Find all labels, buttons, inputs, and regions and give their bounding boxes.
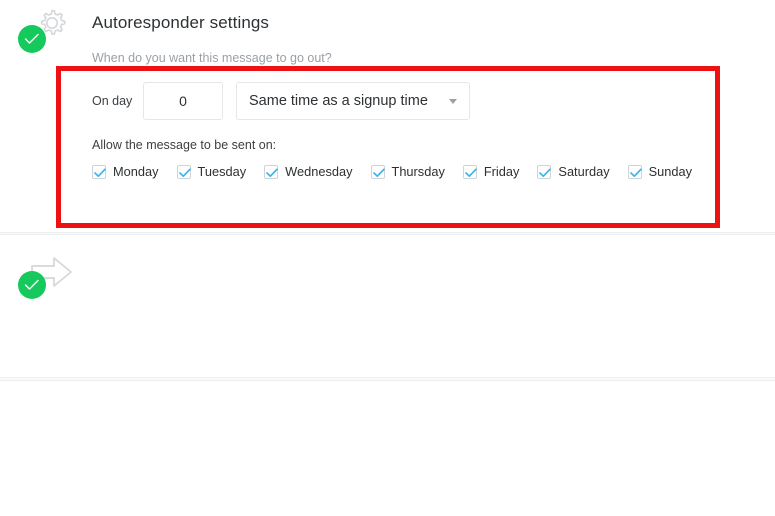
on-day-input[interactable]	[143, 82, 223, 120]
day-checkbox-thursday[interactable]: Thursday	[370, 164, 445, 179]
from-rail-icon	[18, 249, 74, 305]
weekday-checkbox-row: Monday Tuesday Wednesday Thursday Friday…	[92, 164, 710, 179]
page-title: Autoresponder settings	[92, 13, 270, 32]
checkbox-icon[interactable]	[627, 164, 642, 179]
checkbox-icon[interactable]	[264, 164, 279, 179]
day-label: Friday	[483, 164, 520, 179]
from-address-section: "From" email address Add another address…	[0, 234, 775, 516]
autoresponder-section: Autoresponder settings When do you want …	[0, 0, 775, 233]
checkbox-icon[interactable]	[537, 164, 552, 179]
checkbox-icon[interactable]	[370, 164, 385, 179]
day-label: Thursday	[391, 164, 445, 179]
check-badge-icon	[18, 25, 46, 53]
subject-line-section: Subject line 0/150 characters. For b	[0, 380, 775, 516]
day-checkbox-saturday[interactable]: Saturday	[537, 164, 610, 179]
autoresponder-rail-icon	[18, 3, 74, 59]
day-label: Saturday	[558, 164, 610, 179]
day-label: Monday	[113, 164, 159, 179]
day-checkbox-sunday[interactable]: Sunday	[627, 164, 693, 179]
on-day-label: On day	[92, 94, 133, 108]
day-checkbox-monday[interactable]: Monday	[92, 164, 159, 179]
day-checkbox-wednesday[interactable]: Wednesday	[264, 164, 353, 179]
day-checkbox-tuesday[interactable]: Tuesday	[176, 164, 247, 179]
checkbox-icon[interactable]	[462, 164, 477, 179]
day-label: Tuesday	[197, 164, 247, 179]
chevron-down-icon	[449, 98, 457, 104]
day-label: Wednesday	[285, 164, 353, 179]
send-time-select-value: Same time as a signup time	[249, 93, 428, 109]
checkbox-icon[interactable]	[176, 164, 191, 179]
page-subtitle: When do you want this message to go out?	[92, 51, 332, 65]
day-checkbox-friday[interactable]: Friday	[462, 164, 520, 179]
autoresponder-settings-page: Autoresponder settings When do you want …	[0, 0, 775, 516]
checkbox-icon[interactable]	[92, 164, 106, 179]
allow-days-label: Allow the message to be sent on:	[92, 138, 277, 152]
day-label: Sunday	[648, 164, 693, 179]
send-time-select[interactable]: Same time as a signup time	[236, 82, 470, 120]
check-badge-icon	[18, 271, 46, 299]
